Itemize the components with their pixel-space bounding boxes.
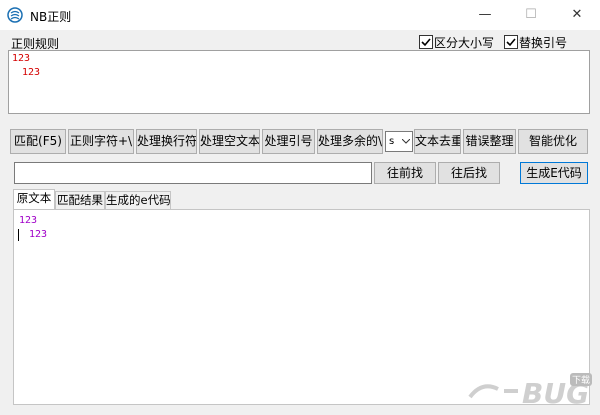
tab-match-result[interactable]: 匹配结果	[55, 191, 105, 209]
find-prev-button[interactable]: 往前找	[374, 162, 436, 184]
title-bar: NB正则 — ☐ ✕	[0, 0, 600, 30]
maximize-button[interactable]: ☐	[508, 0, 554, 30]
regex-input[interactable]: 123 123	[8, 50, 590, 114]
case-sensitive-checkbox[interactable]	[419, 35, 433, 49]
check-icon	[506, 38, 516, 47]
replace-quote-label: 替换引号	[519, 36, 568, 50]
search-input[interactable]	[14, 162, 372, 184]
handle-newline-button[interactable]: 处理换行符	[136, 129, 197, 154]
case-sensitive-label: 区分大小写	[434, 36, 495, 50]
content-line-2: 123	[29, 229, 48, 240]
window-title: NB正则	[30, 10, 72, 24]
text-cursor	[18, 229, 19, 241]
app-logo-icon	[7, 7, 23, 23]
mode-select[interactable]: s	[385, 131, 413, 152]
watermark-badge: 下载	[569, 373, 592, 386]
content-line-1: 123	[19, 215, 38, 226]
mode-select-value: s	[389, 136, 395, 147]
error-fix-button[interactable]: 错误整理	[463, 129, 516, 154]
handle-blank-button[interactable]: 处理空文本	[199, 129, 260, 154]
tab-original-text[interactable]: 原文本	[13, 189, 55, 210]
generate-e-code-button[interactable]: 生成E代码	[520, 162, 588, 184]
handle-quote-button[interactable]: 处理引号	[262, 129, 315, 154]
minimize-button[interactable]: —	[462, 0, 508, 30]
original-text-area[interactable]: 123 123	[17, 212, 586, 402]
regex-char-button[interactable]: 正则字符+\	[68, 129, 134, 154]
check-icon	[421, 38, 431, 47]
replace-quote-checkbox[interactable]	[504, 35, 518, 49]
bug-watermark: BUG 下载	[464, 373, 594, 411]
regex-text: 123	[12, 53, 31, 64]
tab-generated-code[interactable]: 生成的e代码	[105, 191, 171, 209]
close-button[interactable]: ✕	[554, 0, 600, 30]
match-button[interactable]: 匹配(F5)	[10, 129, 66, 154]
dedupe-button[interactable]: 文本去重	[414, 129, 461, 154]
handle-extra-backslash-button[interactable]: 处理多余的\	[317, 129, 383, 154]
chevron-down-icon	[402, 139, 410, 144]
regex-match-text: 123	[22, 67, 41, 78]
smart-optimize-button[interactable]: 智能优化	[518, 129, 588, 154]
find-next-button[interactable]: 往后找	[438, 162, 500, 184]
